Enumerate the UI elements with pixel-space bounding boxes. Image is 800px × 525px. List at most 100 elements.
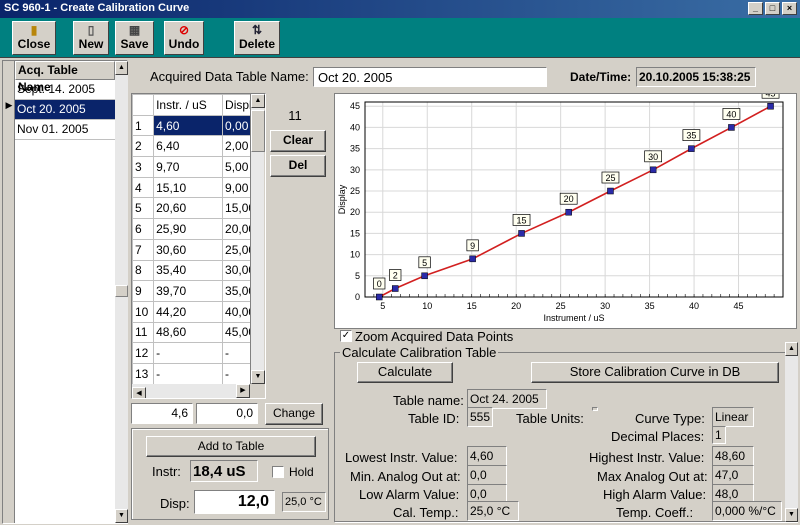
row-number: 1 (132, 114, 155, 137)
table-row[interactable]: 9 39,70 35,00 (132, 280, 265, 302)
calc-group-title: Calculate Calibration Table (340, 345, 499, 360)
instr-cell[interactable]: 9,70 (153, 156, 224, 178)
clear-button[interactable]: Clear (270, 130, 326, 152)
list-item[interactable]: Sept. 14. 2005 (15, 80, 115, 100)
table-row[interactable]: 10 44,20 40,00 (132, 300, 265, 323)
store-db-button[interactable]: Store Calibration Curve in DB (531, 362, 779, 383)
calculate-button[interactable]: Calculate (357, 362, 453, 383)
row-number: 10 (132, 300, 155, 323)
scroll-thumb[interactable] (115, 285, 128, 297)
instr-cell[interactable]: 39,70 (153, 280, 224, 302)
table-row[interactable]: 13- - (132, 362, 265, 385)
table-id-value: 555 (467, 407, 493, 427)
instr-cell[interactable]: 15,10 (153, 176, 224, 199)
instr-cell[interactable]: - (153, 342, 224, 364)
curve-type-value: Linear (712, 407, 754, 427)
scroll-right-button[interactable]: ▶ (236, 384, 250, 398)
hold-checkbox[interactable] (272, 466, 284, 478)
instr-cell[interactable]: 35,40 (153, 259, 224, 282)
instr-cell[interactable]: 25,90 (153, 218, 224, 240)
grid-hscrollbar[interactable]: ◀ ▶ (132, 384, 250, 398)
table-row[interactable]: 4 15,10 9,00 (132, 176, 265, 199)
title-bar: SC 960-1 - Create Calibration Curve (0, 0, 800, 18)
table-name-calc-label: Table name: (393, 393, 464, 408)
add-to-table-button[interactable]: Add to Table (146, 436, 316, 457)
x-tick-label: 20 (511, 301, 521, 311)
save-button[interactable]: ▦ Save (115, 21, 154, 55)
x-tick-label: 10 (422, 301, 432, 311)
list-item[interactable]: Nov 01. 2005 (15, 120, 115, 140)
y-tick-label: 10 (350, 250, 360, 260)
window-controls: _ □ × (748, 2, 797, 15)
table-row[interactable]: 11 48,60 45,00 (132, 321, 265, 344)
data-point (767, 102, 774, 110)
table-name-label: Acquired Data Table Name: (150, 69, 309, 84)
column-header-instr[interactable]: Instr. / uS (153, 94, 224, 116)
table-name-field[interactable]: Oct 20. 2005 (313, 67, 547, 87)
table-row[interactable]: 6 25,90 20,00 (132, 218, 265, 240)
data-point (607, 187, 614, 195)
disp-input[interactable]: 12,0 (194, 490, 275, 514)
temp-coeff-value: 0,000 %/°C (712, 501, 782, 521)
row-number: 5 (132, 197, 155, 220)
hold-label: Hold (289, 465, 314, 479)
scroll-down-button[interactable]: ▼ (785, 508, 798, 522)
row-number: 9 (132, 280, 155, 302)
edit-disp-field[interactable]: 0,0 (196, 403, 258, 424)
scroll-up-button[interactable]: ▲ (251, 94, 265, 108)
list-item-selected[interactable]: Oct 20. 2005 (15, 100, 115, 120)
scroll-left-button[interactable]: ◀ (132, 387, 146, 398)
data-point (391, 285, 399, 292)
x-tick-label: 25 (556, 301, 566, 311)
chart-svg: 5 10 15 20 25 30 35 40 45051015202530354045Instr… (337, 86, 784, 323)
save-icon: ▦ (128, 23, 141, 37)
grid-body: 1 4,60 0,00 2 6,40 2,00 3 9,70 5,00 4 15,10 9,00 5 20… (132, 114, 265, 398)
instr-cell[interactable]: - (153, 362, 224, 385)
table-row[interactable]: 3 9,70 5,00 (132, 156, 265, 178)
data-point (649, 166, 657, 174)
instr-cell[interactable]: 48,60 (153, 321, 224, 344)
edit-instr-field[interactable]: 4,6 (131, 403, 193, 424)
instr-cell[interactable]: 4,60 (153, 114, 224, 137)
instr-cell[interactable]: 6,40 (153, 135, 224, 158)
zoom-checkbox[interactable]: ✓ (340, 330, 352, 342)
instr-cell[interactable]: 44,20 (153, 300, 224, 323)
scroll-down-button[interactable]: ▼ (251, 370, 265, 384)
decimal-places-value: 1 (712, 426, 726, 444)
scroll-down-button[interactable]: ▼ (115, 509, 128, 523)
data-point (728, 124, 735, 131)
change-button[interactable]: Change (265, 403, 323, 425)
table-row[interactable]: 2 6,40 2,00 (132, 135, 265, 158)
y-tick-label: 25 (350, 186, 360, 196)
x-tick-label: 30 (600, 301, 610, 311)
scroll-up-button[interactable]: ▲ (785, 342, 798, 356)
grid-scrollbar[interactable]: ▲ ▼ (250, 94, 265, 384)
new-button[interactable]: ▯ New (73, 21, 109, 55)
close-window-button[interactable]: × (782, 2, 797, 15)
delete-button[interactable]: ⇅ Delete (234, 21, 280, 55)
temp-reading: 25,0 °C (282, 492, 326, 512)
toolbar: ▮ Close ▯ New ▦ Save ⊘ Undo ⇅ Delete (0, 18, 800, 58)
table-row[interactable]: 8 35,40 30,00 (132, 259, 265, 282)
data-label: 45 (766, 94, 776, 98)
x-tick-label: 15 (467, 301, 477, 311)
y-tick-label: 5 (355, 271, 360, 281)
table-row[interactable]: 1 4,60 0,00 (132, 114, 265, 137)
scroll-thumb[interactable] (251, 110, 265, 152)
instr-cell[interactable]: 20,60 (153, 197, 224, 220)
del-button[interactable]: Del (270, 155, 326, 177)
undo-button[interactable]: ⊘ Undo (164, 21, 204, 55)
close-button[interactable]: ▮ Close (12, 21, 56, 55)
disp-label: Disp: (160, 496, 190, 511)
row-number: 7 (132, 238, 155, 261)
table-row[interactable]: 5 20,60 15,00 (132, 197, 265, 220)
table-row[interactable]: 7 30,60 25,00 (132, 238, 265, 261)
window-scrollbar[interactable]: ▲ ▼ (785, 342, 798, 522)
instr-cell[interactable]: 30,60 (153, 238, 224, 261)
table-row[interactable]: 12- - (132, 342, 265, 364)
maximize-button[interactable]: □ (765, 2, 780, 15)
scroll-up-button[interactable]: ▲ (115, 61, 128, 75)
decimal-places-label: Decimal Places: (611, 429, 705, 444)
minimize-button[interactable]: _ (748, 2, 763, 15)
acq-list-scrollbar[interactable]: ▲ ▼ (115, 61, 128, 523)
